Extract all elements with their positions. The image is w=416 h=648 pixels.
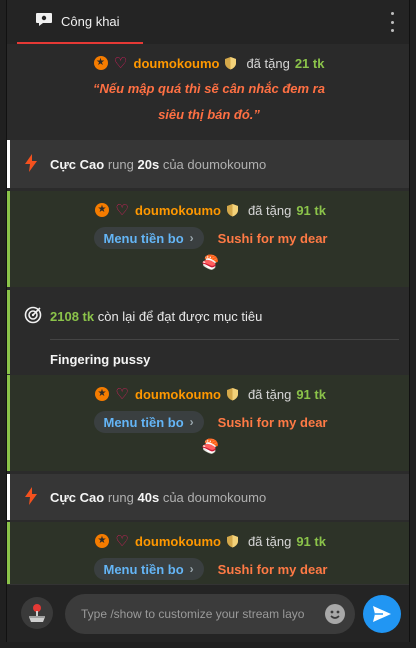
goal-text: còn lại để đạt được mục tiêu: [97, 309, 263, 324]
username[interactable]: doumokoumo: [135, 387, 221, 402]
goal-name: Fingering pussy: [50, 352, 151, 367]
vibration-event: Cực Cao rung 40s của doumokoumo: [7, 474, 409, 520]
tip-menu-label: Menu tiền bo: [103, 230, 184, 246]
chat-input[interactable]: [81, 594, 317, 634]
gift-verb: đã tặng: [247, 533, 292, 549]
message-line-2: siêu thị bán đó.”: [158, 107, 260, 122]
vibration-username[interactable]: doumokoumo: [187, 157, 266, 172]
gift-amount: 21 tk: [294, 55, 325, 71]
tab-public[interactable]: Công khai: [17, 0, 143, 44]
shield-icon: [226, 535, 238, 548]
vibration-of: của: [162, 489, 184, 505]
star-badge-icon: ★: [95, 203, 110, 217]
sushi-icon: 🍣: [201, 438, 220, 454]
send-button[interactable]: [363, 595, 401, 633]
vibration-event: Cực Cao rung 20s của doumokoumo: [7, 140, 409, 188]
vibration-level: Cực Cao: [50, 489, 105, 505]
heart-badge-icon: ♡: [115, 532, 129, 550]
shield-icon: [226, 388, 238, 401]
tip-menu-label: Menu tiền bo: [103, 414, 184, 430]
chat-panel: Công khai ★ ♡ doumokoumo đã tặng 21 tk “…: [6, 0, 410, 642]
gift-verb: đã tặng: [247, 202, 292, 218]
username[interactable]: doumokoumo: [135, 534, 221, 549]
chevron-right-icon: ›: [189, 231, 194, 245]
lightning-icon: [24, 486, 38, 508]
lightning-icon: [24, 153, 38, 175]
goal-amount: 2108 tk: [50, 309, 95, 324]
star-badge-icon: ★: [95, 387, 110, 401]
heart-badge-icon: ♡: [113, 54, 128, 72]
tip-menu-label: Menu tiền bo: [103, 561, 184, 577]
shield-icon: [225, 57, 237, 70]
heart-badge-icon: ♡: [115, 385, 129, 403]
target-icon: [24, 306, 42, 327]
shield-icon: [226, 204, 238, 217]
chat-input-wrapper: [65, 594, 355, 634]
emoji-icon[interactable]: [325, 604, 345, 624]
gift-event: ★ ♡ doumokoumo đã tặng 91 tk Menu tiền b…: [7, 522, 409, 584]
joystick-icon[interactable]: [21, 597, 53, 629]
vibration-level: Cực Cao: [50, 156, 105, 172]
chevron-right-icon: ›: [189, 415, 194, 429]
username[interactable]: doumokoumo: [134, 56, 220, 71]
message-composer: [7, 584, 409, 642]
tip-menu-link[interactable]: Menu tiền bo ›: [93, 227, 204, 249]
sushi-icon: 🍣: [201, 254, 220, 270]
message-line-1: “Nếu mập quá thì sẽ cân nhắc đem ra: [93, 81, 325, 96]
gift-amount: 91 tk: [296, 202, 326, 218]
gift-verb: đã tặng: [247, 386, 292, 402]
chat-bubble-icon: [35, 11, 53, 32]
vibration-duration: 20s: [137, 156, 160, 172]
tip-item-name: Sushi for my dear: [217, 561, 328, 577]
tab-label: Công khai: [61, 13, 120, 29]
username[interactable]: doumokoumo: [135, 203, 221, 218]
send-icon: [373, 606, 391, 622]
gift-event: ★ ♡ doumokoumo đã tặng 91 tk Menu tiền b…: [7, 191, 409, 287]
more-vertical-icon[interactable]: [387, 12, 397, 32]
divider: [50, 339, 399, 340]
gift-message: ★ ♡ doumokoumo đã tặng 21 tk “Nếu mập qu…: [7, 44, 409, 140]
vibration-of: của: [162, 156, 184, 172]
tip-item-name: Sushi for my dear: [217, 230, 328, 246]
gift-amount: 91 tk: [296, 533, 326, 549]
vibration-rung: rung: [107, 156, 134, 172]
heart-badge-icon: ♡: [115, 201, 129, 219]
goal-event: 2108 tk còn lại để đạt được mục tiêu Fin…: [7, 290, 409, 374]
gift-amount: 91 tk: [296, 386, 326, 402]
vibration-rung: rung: [107, 489, 134, 505]
gift-verb: đã tặng: [246, 55, 290, 71]
tip-menu-link[interactable]: Menu tiền bo ›: [93, 558, 204, 580]
vibration-duration: 40s: [137, 489, 160, 505]
chat-header: Công khai: [7, 0, 409, 44]
tip-menu-link[interactable]: Menu tiền bo ›: [93, 411, 204, 433]
star-badge-icon: ★: [93, 56, 108, 70]
vibration-username[interactable]: doumokoumo: [187, 490, 266, 505]
chevron-right-icon: ›: [189, 562, 194, 576]
star-badge-icon: ★: [95, 534, 110, 548]
gift-event: ★ ♡ doumokoumo đã tặng 91 tk Menu tiền b…: [7, 375, 409, 471]
gift-message-text: “Nếu mập quá thì sẽ cân nhắc đem ra siêu…: [7, 76, 409, 128]
tip-item-name: Sushi for my dear: [217, 414, 328, 430]
